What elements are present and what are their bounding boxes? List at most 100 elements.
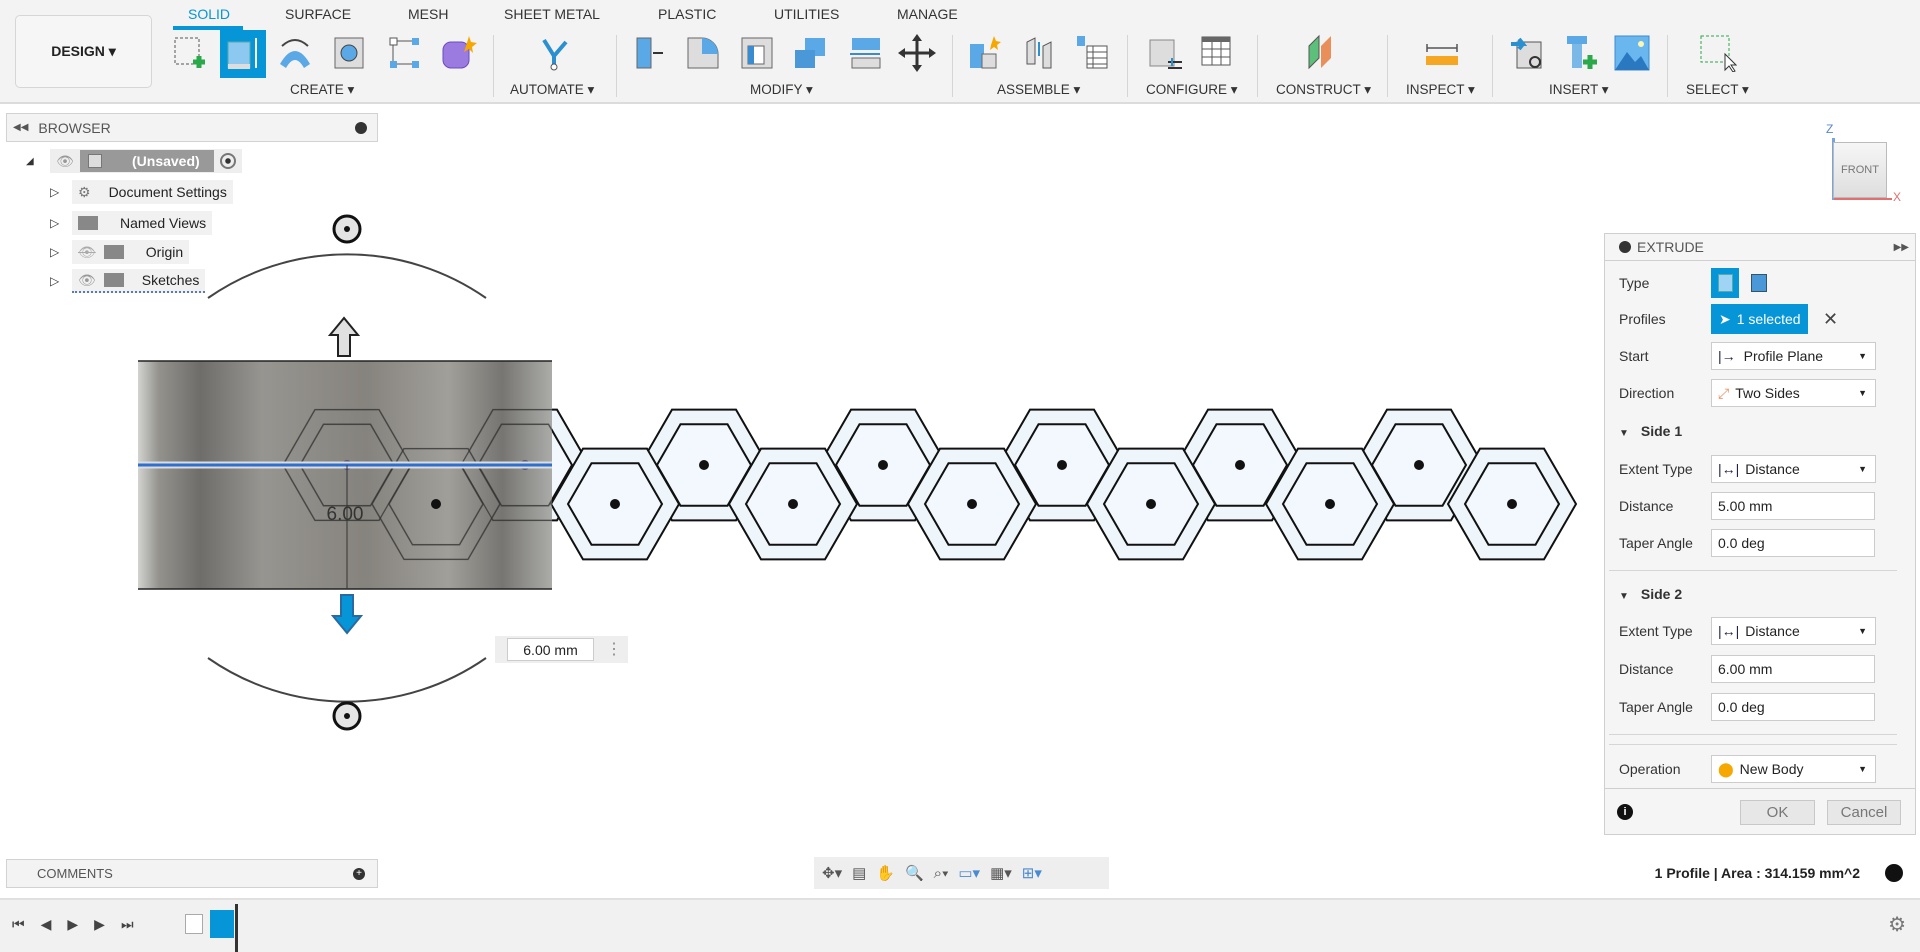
move-icon[interactable] xyxy=(897,33,937,73)
modify-menu[interactable]: MODIFY ▾ xyxy=(750,82,813,98)
expand-dialog-icon[interactable]: ▶▶ xyxy=(1894,242,1909,253)
tree-item-sketches[interactable]: ▷ 👁 Sketches xyxy=(50,268,242,294)
look-at-icon[interactable]: ▤ xyxy=(852,864,866,882)
configure-menu[interactable]: CONFIGURE ▾ xyxy=(1146,82,1238,98)
more-options-icon[interactable]: ⋮ xyxy=(606,641,622,657)
side2-distance-input[interactable]: 6.00 mm xyxy=(1711,655,1875,683)
insert-menu[interactable]: INSERT ▾ xyxy=(1549,82,1609,98)
timeline-extrude-feature[interactable] xyxy=(210,910,234,938)
tree-item-document-settings[interactable]: ▷ ⚙ Document Settings xyxy=(50,179,242,205)
shell-icon[interactable] xyxy=(737,33,777,73)
expand-arrow-icon[interactable]: ▷ xyxy=(50,274,72,288)
operation-dropdown[interactable]: ⬤ New Body ▼ xyxy=(1711,755,1876,783)
activate-radio-icon[interactable] xyxy=(219,153,236,169)
browser-minimize-icon[interactable] xyxy=(355,121,367,134)
type-thin-icon[interactable] xyxy=(1751,274,1767,292)
create-sketch-icon[interactable] xyxy=(170,33,210,73)
visibility-eye-icon[interactable]: 👁 xyxy=(78,272,96,289)
step-forward-icon[interactable]: ▶ xyxy=(94,916,105,933)
tab-surface[interactable]: SURFACE xyxy=(285,6,351,22)
visibility-eye-icon[interactable]: 👁 xyxy=(50,153,80,170)
cancel-button[interactable]: Cancel xyxy=(1827,800,1901,825)
viewcube[interactable]: FRONT xyxy=(1833,142,1887,198)
expanded-arrow-icon[interactable]: ◢ xyxy=(26,156,50,167)
joint-icon[interactable] xyxy=(1020,33,1060,73)
side1-arrow-up-icon[interactable] xyxy=(327,316,361,357)
tab-plastic[interactable]: PLASTIC xyxy=(658,6,716,22)
automate-menu[interactable]: AUTOMATE ▾ xyxy=(510,82,594,98)
tree-root[interactable]: ◢ 👁 (Unsaved) xyxy=(26,148,242,174)
go-to-start-icon[interactable]: ⏮ xyxy=(12,916,25,933)
construct-plane-icon[interactable] xyxy=(1302,33,1342,73)
step-back-icon[interactable]: ◀ xyxy=(41,916,52,933)
display-settings-icon[interactable]: ▭▾ xyxy=(958,864,980,882)
minimize-icon[interactable] xyxy=(1619,241,1631,253)
tree-item-named-views[interactable]: ▷ Named Views xyxy=(50,210,242,236)
go-to-end-icon[interactable]: ⏭ xyxy=(121,916,134,933)
side2-taper-input[interactable]: 0.0 deg xyxy=(1711,693,1875,721)
design-workspace-button[interactable]: DESIGN ▾ xyxy=(15,15,152,88)
expand-arrow-icon[interactable]: ▷ xyxy=(50,216,72,230)
tab-solid[interactable]: SOLID xyxy=(188,6,230,22)
inspect-menu[interactable]: INSPECT ▾ xyxy=(1406,82,1475,98)
ok-button[interactable]: OK xyxy=(1740,800,1815,825)
revolve-icon[interactable] xyxy=(275,33,315,73)
side2-arrow-down-icon[interactable] xyxy=(330,594,364,635)
insert-canvas-icon[interactable] xyxy=(1612,33,1652,73)
tab-mesh[interactable]: MESH xyxy=(408,6,448,22)
timeline-sketch-feature[interactable] xyxy=(185,914,203,934)
tab-manage[interactable]: MANAGE xyxy=(897,6,958,22)
pan-icon[interactable]: ✋ xyxy=(876,864,895,882)
hole-icon[interactable] xyxy=(330,33,370,73)
offset-face-icon[interactable] xyxy=(845,33,885,73)
fillet-icon[interactable] xyxy=(683,33,723,73)
timeline-settings-gear-icon[interactable]: ⚙ xyxy=(1888,912,1906,937)
viewports-icon[interactable]: ⊞▾ xyxy=(1022,864,1042,882)
create-menu[interactable]: CREATE ▾ xyxy=(290,82,354,98)
expand-arrow-icon[interactable]: ▷ xyxy=(50,245,72,259)
hidden-eye-icon[interactable]: 👁 xyxy=(78,244,96,261)
tab-sheet-metal[interactable]: SHEET METAL xyxy=(504,6,600,22)
activity-icon[interactable] xyxy=(1885,864,1903,882)
tab-utilities[interactable]: UTILITIES xyxy=(774,6,839,22)
fit-icon[interactable]: ⌕▾ xyxy=(934,865,949,882)
profiles-selection-button[interactable]: ➤ 1 selected xyxy=(1711,304,1808,334)
create-form-icon[interactable] xyxy=(438,33,478,73)
pattern-icon[interactable] xyxy=(385,33,425,73)
play-icon[interactable]: ▶ xyxy=(67,916,78,933)
side1-taper-input[interactable]: 0.0 deg xyxy=(1711,529,1875,557)
select-menu[interactable]: SELECT ▾ xyxy=(1686,82,1749,98)
zoom-icon[interactable]: 🔍 xyxy=(905,864,924,882)
side1-distance-input[interactable]: 5.00 mm xyxy=(1711,492,1875,520)
expand-arrow-icon[interactable]: ▷ xyxy=(50,185,72,199)
automate-icon[interactable] xyxy=(535,33,575,73)
extrude-icon[interactable] xyxy=(220,30,266,78)
grid-icon[interactable]: ▦▾ xyxy=(990,864,1012,882)
assemble-menu[interactable]: ASSEMBLE ▾ xyxy=(997,82,1080,98)
timeline-marker[interactable] xyxy=(235,904,238,952)
configuration-table-icon[interactable] xyxy=(1198,33,1238,73)
clear-selection-icon[interactable]: ✕ xyxy=(1823,309,1838,330)
add-comment-icon[interactable]: + xyxy=(353,867,365,880)
info-icon[interactable]: i xyxy=(1617,804,1633,820)
construct-menu[interactable]: CONSTRUCT ▾ xyxy=(1276,82,1371,98)
insert-mcmaster-icon[interactable] xyxy=(1560,33,1600,73)
insert-derive-icon[interactable] xyxy=(1508,33,1548,73)
measure-icon[interactable] xyxy=(1422,33,1462,73)
side1-extent-dropdown[interactable]: |↔| Distance ▼ xyxy=(1711,455,1876,483)
collapse-browser-icon[interactable]: ◀◀ xyxy=(13,122,28,133)
select-icon[interactable] xyxy=(1698,33,1738,73)
new-component-icon[interactable] xyxy=(965,33,1005,73)
side2-extent-dropdown[interactable]: |↔| Distance ▼ xyxy=(1711,617,1876,645)
direction-dropdown[interactable]: ⤢ Two Sides ▼ xyxy=(1711,379,1876,407)
distance-input[interactable]: 6.00 mm xyxy=(507,638,594,661)
configure-icon[interactable] xyxy=(1145,33,1185,73)
combine-icon[interactable] xyxy=(790,33,830,73)
start-dropdown[interactable]: |→ Profile Plane ▼ xyxy=(1711,342,1876,370)
press-pull-icon[interactable] xyxy=(630,33,670,73)
side1-section-toggle[interactable]: ▼ Side 1 xyxy=(1605,416,1915,446)
side2-section-toggle[interactable]: ▼ Side 2 xyxy=(1605,579,1915,609)
bill-of-materials-icon[interactable] xyxy=(1072,33,1112,73)
orbit-icon[interactable]: ✥▾ xyxy=(822,864,842,882)
type-solid-button[interactable] xyxy=(1711,268,1739,298)
